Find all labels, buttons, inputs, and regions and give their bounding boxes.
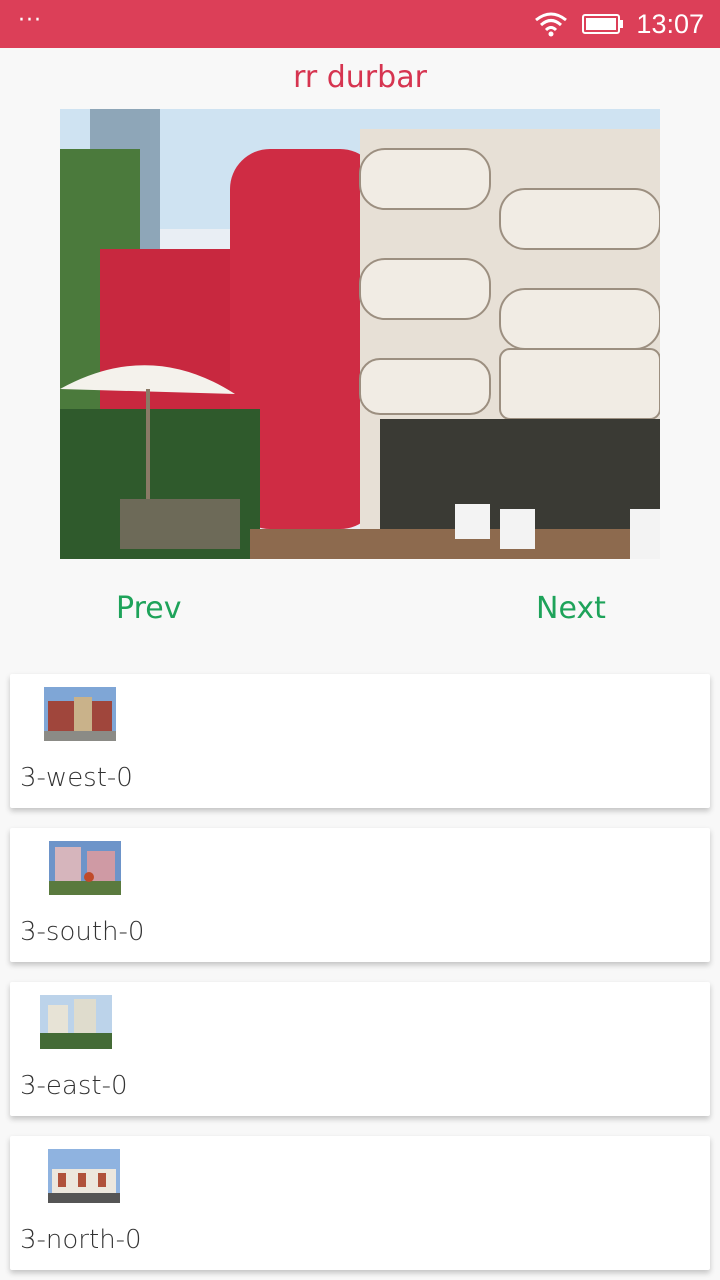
list-item[interactable]: 3-south-0 <box>10 828 710 962</box>
building-thumb-south <box>49 841 121 895</box>
list-item-label: 3-west-0 <box>20 763 133 793</box>
building-thumb-east <box>40 995 112 1049</box>
wifi-icon <box>535 12 567 37</box>
status-bar: ··· 13:07 <box>0 0 720 48</box>
clock-time: 13:07 <box>636 9 704 39</box>
building-photo <box>60 109 660 559</box>
list-item-label: 3-north-0 <box>20 1225 142 1255</box>
list-item-label: 3-east-0 <box>20 1071 128 1101</box>
list-item[interactable]: 3-west-0 <box>10 674 710 808</box>
list-item-label: 3-south-0 <box>20 917 145 947</box>
list-item[interactable]: 3-east-0 <box>10 982 710 1116</box>
prev-button[interactable]: Prev <box>116 588 181 630</box>
battery-icon <box>582 14 623 34</box>
next-button[interactable]: Next <box>536 588 606 630</box>
page-title: rr durbar <box>293 60 427 95</box>
more-dots-icon[interactable]: ··· <box>18 10 42 32</box>
building-thumb-north <box>48 1149 120 1203</box>
list-item[interactable]: 3-north-0 <box>10 1136 710 1270</box>
building-thumb-west <box>44 687 116 741</box>
